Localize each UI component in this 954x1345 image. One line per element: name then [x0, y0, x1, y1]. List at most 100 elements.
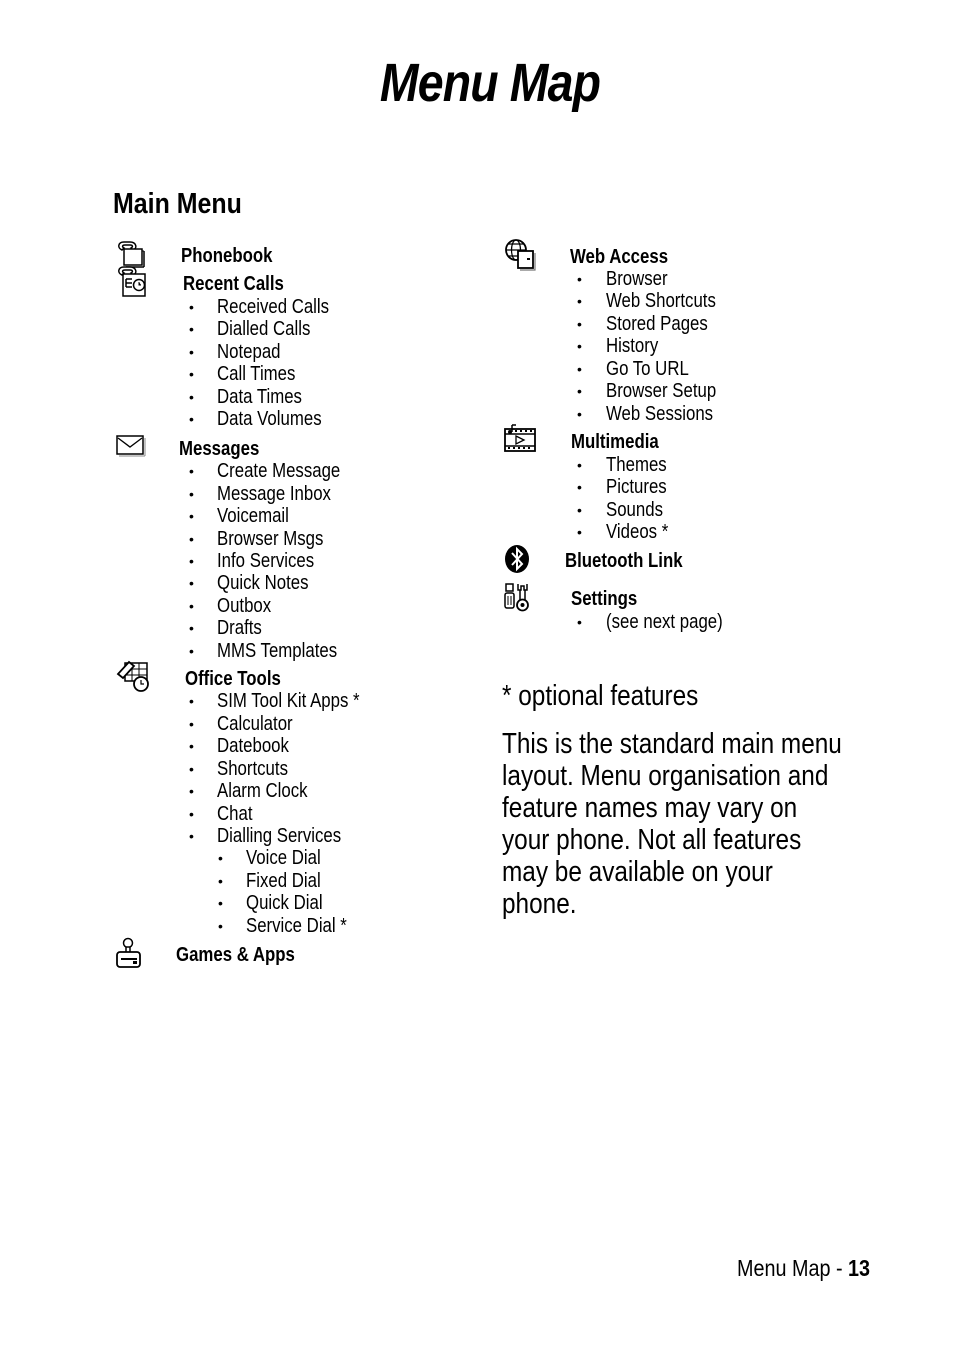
section-title-main-menu: Main Menu	[113, 188, 242, 220]
sub-list-item: Service Dial *	[246, 915, 347, 937]
bullet: •	[189, 344, 194, 360]
bullet: •	[189, 761, 194, 777]
phonebook-icon	[118, 241, 145, 268]
list-item: Message Inbox	[217, 483, 331, 505]
menu-games-apps: Games & Apps	[176, 944, 295, 966]
bullet: •	[577, 338, 582, 354]
list-item: Received Calls	[217, 296, 330, 318]
footer-label: Menu Map -	[737, 1255, 849, 1281]
optional-features-note: * optional features	[502, 680, 699, 712]
bullet: •	[189, 598, 194, 614]
bullet: •	[189, 531, 194, 547]
list-item: Dialled Calls	[217, 318, 311, 340]
list-item: Data Volumes	[217, 408, 322, 430]
description-line: This is the standard main menu	[502, 728, 842, 760]
list-item: Voicemail	[217, 505, 289, 527]
bullet: •	[189, 411, 194, 427]
list-item: Browser Setup	[606, 380, 717, 402]
settings-tools-icon	[504, 583, 529, 612]
bullet: •	[577, 271, 582, 287]
list-item: Alarm Clock	[217, 780, 308, 802]
list-item: Calculator	[217, 713, 293, 735]
list-item: Stored Pages	[606, 313, 708, 335]
sub-list-item: Voice Dial	[246, 847, 321, 869]
list-item: SIM Tool Kit Apps *	[217, 690, 360, 712]
list-item: Call Times	[217, 363, 296, 385]
page-footer: Menu Map - 13	[737, 1255, 870, 1282]
list-item: Notepad	[217, 341, 281, 363]
bullet: •	[189, 620, 194, 636]
list-item: History	[606, 335, 659, 357]
description-line: may be available on your	[502, 856, 773, 888]
bullet: •	[189, 299, 194, 315]
bullet: •	[577, 293, 582, 309]
bullet: •	[189, 716, 194, 732]
bullet: •	[189, 321, 194, 337]
office-tools-icon	[116, 660, 149, 692]
bullet: •	[189, 783, 194, 799]
list-item: Pictures	[606, 476, 667, 498]
bullet: •	[189, 508, 194, 524]
page-title: Menu Map	[0, 52, 954, 114]
bullet: •	[218, 918, 223, 934]
list-item: Dialling Services	[217, 825, 342, 847]
page-number: 13	[848, 1255, 871, 1281]
bullet: •	[189, 553, 194, 569]
bullet: •	[577, 406, 582, 422]
sub-list-item: Quick Dial	[246, 892, 323, 914]
description-line: feature names may vary on	[502, 792, 798, 824]
list-item: Videos *	[606, 521, 669, 543]
page-title-text: Menu Map	[379, 53, 601, 113]
menu-messages: Messages	[179, 438, 260, 460]
list-item: MMS Templates	[217, 640, 338, 662]
list-item: Datebook	[217, 735, 289, 757]
bullet: •	[189, 738, 194, 754]
bullet: •	[577, 383, 582, 399]
multimedia-film-icon	[504, 424, 536, 452]
list-item: Shortcuts	[217, 758, 288, 780]
recent-calls-icon	[118, 266, 146, 297]
list-item: Chat	[217, 803, 253, 825]
menu-office-tools: Office Tools	[185, 668, 281, 690]
list-item: (see next page)	[606, 611, 723, 633]
bullet: •	[577, 457, 582, 473]
description-line: phone.	[502, 888, 577, 920]
list-item: Browser	[606, 268, 668, 290]
list-item: Outbox	[217, 595, 272, 617]
menu-web-access: Web Access	[570, 246, 669, 268]
games-joystick-icon	[116, 937, 141, 968]
list-item: Quick Notes	[217, 572, 309, 594]
web-access-globe-icon	[505, 239, 536, 271]
description-line: layout. Menu organisation and	[502, 760, 829, 792]
bullet: •	[189, 366, 194, 382]
bullet: •	[189, 693, 194, 709]
messages-envelope-icon	[116, 435, 146, 457]
list-item: Info Services	[217, 550, 315, 572]
bullet: •	[577, 316, 582, 332]
list-item: Go To URL	[606, 358, 689, 380]
bullet: •	[189, 643, 194, 659]
menu-phonebook: Phonebook	[181, 245, 273, 267]
menu-multimedia: Multimedia	[571, 431, 659, 453]
menu-bluetooth-link: Bluetooth Link	[565, 550, 683, 572]
bullet: •	[189, 389, 194, 405]
bullet: •	[189, 828, 194, 844]
list-item: Create Message	[217, 460, 341, 482]
bullet: •	[577, 502, 582, 518]
bullet: •	[577, 614, 582, 630]
bullet: •	[577, 361, 582, 377]
sub-list-item: Fixed Dial	[246, 870, 321, 892]
list-item: Drafts	[217, 617, 262, 639]
bluetooth-icon	[505, 545, 529, 573]
bullet: •	[577, 479, 582, 495]
list-item: Sounds	[606, 499, 663, 521]
menu-recent-calls: Recent Calls	[183, 273, 284, 295]
menu-settings: Settings	[571, 588, 638, 610]
list-item: Web Sessions	[606, 403, 714, 425]
list-item: Web Shortcuts	[606, 290, 716, 312]
list-item: Browser Msgs	[217, 528, 324, 550]
bullet: •	[218, 873, 223, 889]
bullet: •	[218, 895, 223, 911]
bullet: •	[189, 486, 194, 502]
list-item: Themes	[606, 454, 667, 476]
